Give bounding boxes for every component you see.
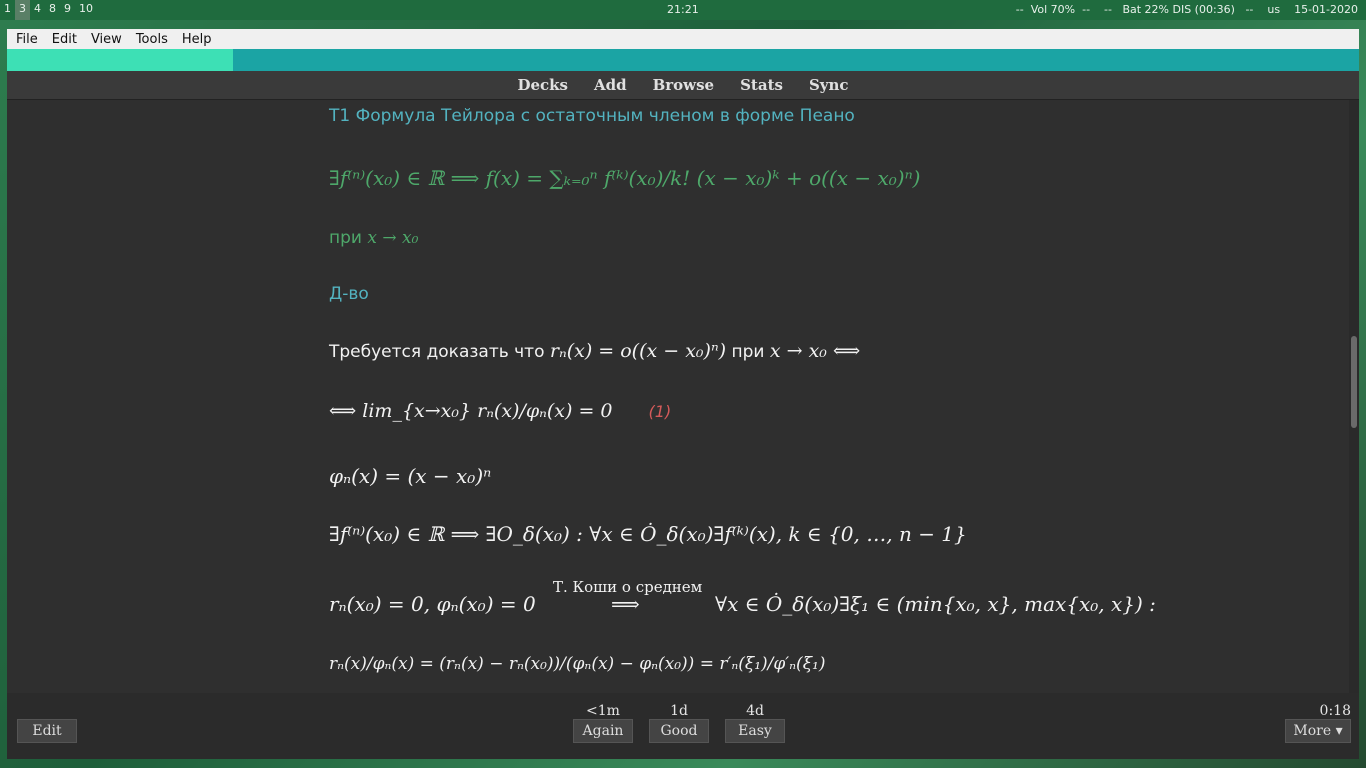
cauchy-left: rₙ(x₀) = 0, φₙ(x₀) = 0	[329, 592, 536, 616]
condition-line: при x → x₀	[329, 228, 418, 248]
stats-link[interactable]: Stats	[740, 76, 783, 94]
cauchy-right: ∀x ∈ Ȯ_δ(x₀)∃ξ₁ ∈ (min{x₀, x}, max{x₀, x…	[715, 592, 1156, 616]
more-button[interactable]: More ▾	[1285, 719, 1351, 743]
workspace-4[interactable]: 4	[30, 0, 45, 20]
menu-bar: File Edit View Tools Help	[7, 29, 1359, 49]
ratio-line: rₙ(x)/φₙ(x) = (rₙ(x) − rₙ(x₀))/(φₙ(x) − …	[329, 654, 826, 674]
proof-label: Д-во	[329, 284, 369, 304]
edit-button[interactable]: Edit	[17, 719, 77, 743]
add-link[interactable]: Add	[594, 76, 627, 94]
equation-tag: (1)	[648, 402, 672, 421]
review-progress-bar	[7, 49, 1359, 71]
menu-view[interactable]: View	[86, 32, 127, 47]
menu-help[interactable]: Help	[177, 32, 217, 47]
good-interval: 1d	[670, 703, 688, 719]
condition-prefix: при	[329, 228, 362, 248]
card-content[interactable]: T1 Формула Тейлора с остаточным членом в…	[7, 100, 1349, 693]
easy-interval: 4d	[746, 703, 764, 719]
again-button[interactable]: Again	[573, 719, 633, 743]
existence-line: ∃f⁽ⁿ⁾(x₀) ∈ ℝ ⟹ ∃O_δ(x₀) : ∀x ∈ Ȯ_δ(x₀)∃…	[329, 522, 967, 546]
clock: 21:21	[667, 3, 699, 16]
taylor-formula: ∃f⁽ⁿ⁾(x₀) ∈ ℝ ⟹ f(x) = ∑ₖ₌₀ⁿ f⁽ᵏ⁾(x₀)/k!…	[329, 166, 921, 190]
workspace-3[interactable]: 3	[15, 0, 30, 20]
sync-link[interactable]: Sync	[809, 76, 849, 94]
cauchy-arrow: ⟹	[611, 592, 640, 616]
condition-math: x → x₀	[367, 228, 419, 248]
anki-window: File Edit View Tools Help Decks Add Brow…	[7, 29, 1359, 759]
decks-link[interactable]: Decks	[517, 76, 568, 94]
main-toolbar: Decks Add Browse Stats Sync	[7, 71, 1359, 100]
limit-line: ⟺ lim_{x→x₀} rₙ(x)/φₙ(x) = 0 (1)	[329, 400, 671, 422]
workspace-switcher: 1 3 4 8 9 10	[0, 0, 97, 20]
menu-tools[interactable]: Tools	[131, 32, 173, 47]
workspace-1[interactable]: 1	[0, 0, 15, 20]
menu-edit[interactable]: Edit	[47, 32, 82, 47]
good-button[interactable]: Good	[649, 719, 709, 743]
content-scrollbar[interactable]	[1349, 100, 1359, 693]
phi-definition: φₙ(x) = (x − x₀)ⁿ	[329, 464, 492, 488]
review-timer: 0:18	[1319, 703, 1351, 719]
browse-link[interactable]: Browse	[653, 76, 715, 94]
workspace-8[interactable]: 8	[45, 0, 60, 20]
limit-formula: ⟺ lim_{x→x₀} rₙ(x)/φₙ(x) = 0	[329, 400, 613, 422]
scrollbar-thumb[interactable]	[1351, 336, 1357, 428]
requirement-line: Требуется доказать что rₙ(x) = o((x − x₀…	[329, 340, 860, 362]
easy-button[interactable]: Easy	[725, 719, 785, 743]
workspace-10[interactable]: 10	[75, 0, 97, 20]
requirement-prefix: Требуется доказать что	[329, 342, 545, 362]
system-top-bar: 1 3 4 8 9 10 21:21 -- Vol 70% -- -- Bat …	[0, 0, 1366, 20]
requirement-math: rₙ(x) = o((x − x₀)ⁿ)	[549, 340, 727, 362]
system-status: -- Vol 70% -- -- Bat 22% DIS (00:36) -- …	[1015, 3, 1358, 16]
again-interval: <1m	[586, 703, 620, 719]
progress-fill	[7, 49, 233, 71]
requirement-mid: при	[731, 342, 765, 362]
workspace-9[interactable]: 9	[60, 0, 75, 20]
answer-bar: Edit <1m Again 1d Good 4d Easy 0:18 More…	[7, 693, 1359, 759]
menu-file[interactable]: File	[11, 32, 43, 47]
requirement-math-2: x → x₀ ⟺	[769, 340, 861, 362]
card-title: T1 Формула Тейлора с остаточным членом в…	[329, 106, 855, 126]
